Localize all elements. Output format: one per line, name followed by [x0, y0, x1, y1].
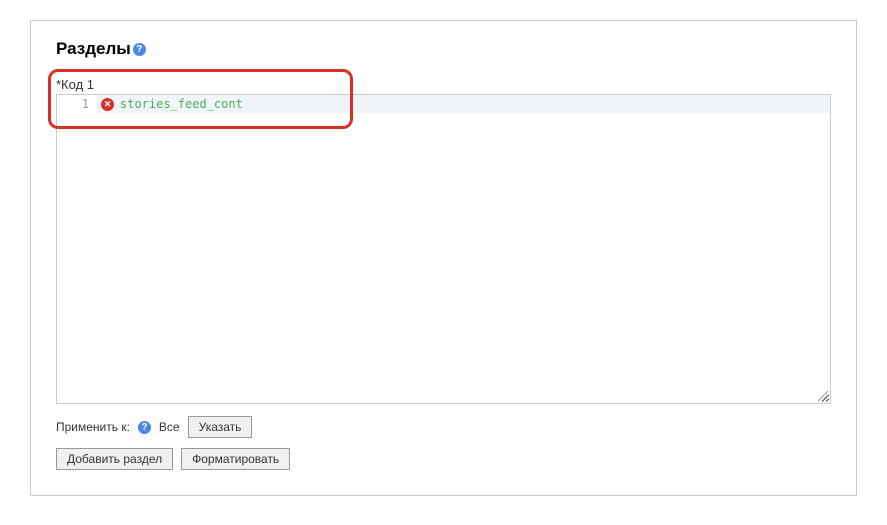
page-title: Разделы — [56, 39, 131, 59]
main-panel: Разделы ? *Код 1 1 ✕ stories_feed_cont П… — [30, 20, 857, 496]
code-content[interactable]: stories_feed_cont — [120, 97, 243, 111]
code-line[interactable]: 1 ✕ stories_feed_cont — [57, 95, 830, 113]
error-icon[interactable]: ✕ — [101, 98, 114, 111]
resize-handle-icon[interactable] — [816, 389, 828, 401]
code-label: *Код 1 — [56, 77, 831, 92]
line-number: 1 — [57, 95, 97, 113]
section-title-row: Разделы ? — [56, 39, 831, 59]
help-icon[interactable]: ? — [133, 43, 146, 56]
gutter-column — [57, 113, 97, 403]
apply-to-row: Применить к: ? Все Указать — [56, 416, 831, 438]
apply-to-label: Применить к: — [56, 420, 130, 434]
help-icon[interactable]: ? — [138, 421, 151, 434]
specify-button[interactable]: Указать — [188, 416, 253, 438]
format-button[interactable]: Форматировать — [181, 448, 290, 470]
button-row: Добавить раздел Форматировать — [56, 448, 831, 470]
code-editor[interactable]: 1 ✕ stories_feed_cont — [56, 94, 831, 404]
code-section: *Код 1 1 ✕ stories_feed_cont — [56, 77, 831, 404]
add-section-button[interactable]: Добавить раздел — [56, 448, 173, 470]
apply-all-link[interactable]: Все — [159, 420, 180, 434]
